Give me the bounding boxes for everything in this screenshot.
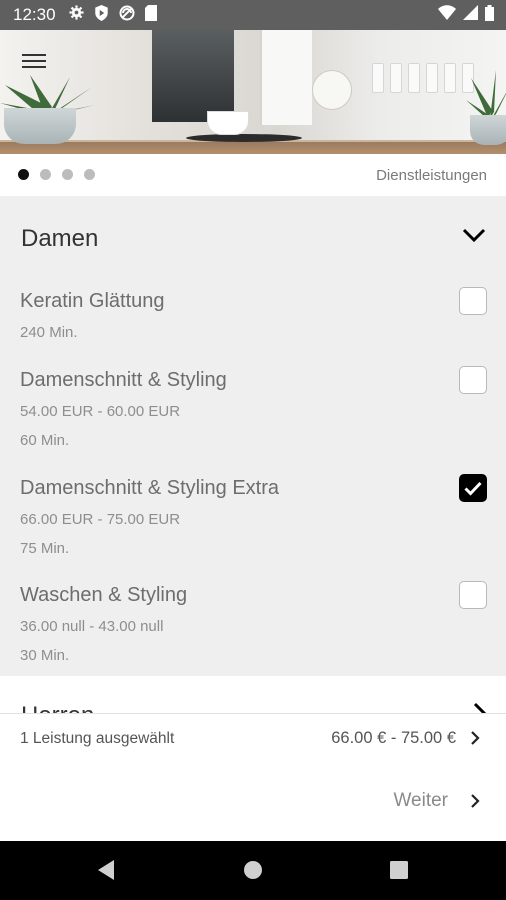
- wifi-icon: [438, 5, 456, 25]
- chevron-right-icon: [471, 794, 480, 808]
- service-item-damenschnitt-extra[interactable]: Damenschnitt & Styling Extra 66.00 EUR -…: [0, 474, 506, 563]
- carousel-dot-1[interactable]: [18, 169, 29, 180]
- service-name: Damenschnitt & Styling Extra: [20, 477, 279, 499]
- chevron-down-icon[interactable]: [462, 227, 486, 248]
- hero-image: [0, 30, 506, 154]
- step-label: Dienstleistungen: [376, 167, 487, 184]
- service-name: Waschen & Styling: [20, 584, 188, 606]
- status-time: 12:30: [13, 5, 56, 24]
- settings-icon: [69, 5, 84, 25]
- carousel-dot-4[interactable]: [84, 169, 95, 180]
- hero-panel: [260, 30, 312, 125]
- category-title: Damen: [21, 225, 99, 252]
- sim-card-icon: [144, 4, 157, 26]
- plant-pot-left: [4, 108, 76, 144]
- carousel-dot-2[interactable]: [40, 169, 51, 180]
- system-nav-bar: [0, 841, 506, 900]
- hero-window: [152, 30, 234, 122]
- service-item-waschen[interactable]: Waschen & Styling 36.00 null - 43.00 nul…: [0, 581, 506, 670]
- category-herren[interactable]: Herren: [0, 676, 506, 714]
- back-icon[interactable]: [96, 859, 116, 886]
- subheader: Dienstleistungen: [0, 154, 506, 196]
- category-header[interactable]: Damen: [0, 196, 506, 280]
- hero-counter: [0, 142, 506, 154]
- service-item-keratin[interactable]: Keratin Glättung 240 Min.: [0, 287, 506, 350]
- service-checkbox[interactable]: [459, 287, 487, 315]
- selected-price-range: 66.00 € - 75.00 €: [331, 729, 456, 747]
- home-icon[interactable]: [243, 859, 263, 886]
- hero-cup: [207, 111, 249, 135]
- service-name: Keratin Glättung: [20, 290, 165, 312]
- next-button-label: Weiter: [393, 790, 448, 811]
- chevron-right-icon[interactable]: [470, 730, 480, 751]
- next-button[interactable]: Weiter: [393, 790, 480, 812]
- footer-actions: Weiter: [0, 763, 506, 841]
- plant-right: [466, 70, 506, 118]
- service-duration: 240 Min.: [20, 324, 78, 341]
- selected-count: 1 Leistung ausgewählt: [20, 730, 175, 747]
- vpn-icon: [119, 5, 135, 26]
- carousel-dot-3[interactable]: [62, 169, 73, 180]
- service-duration: 60 Min.: [20, 432, 70, 449]
- battery-icon: [485, 4, 494, 26]
- signal-icon: [463, 5, 478, 25]
- service-checkbox[interactable]: [459, 366, 487, 394]
- service-checkbox-checked[interactable]: [459, 474, 487, 502]
- service-checkbox[interactable]: [459, 581, 487, 609]
- service-duration: 75 Min.: [20, 540, 70, 557]
- service-duration: 30 Min.: [20, 647, 70, 664]
- play-protect-icon: [94, 4, 109, 26]
- service-item-damenschnitt[interactable]: Damenschnitt & Styling 54.00 EUR - 60.00…: [0, 366, 506, 455]
- status-left-icons: [69, 4, 157, 26]
- carousel-indicator: [18, 169, 95, 180]
- hero-logo-sign: [312, 70, 352, 110]
- status-right-icons: [438, 4, 494, 26]
- service-price: 36.00 null - 43.00 null: [20, 618, 164, 635]
- plant-pot-right: [470, 115, 506, 145]
- service-price: 66.00 EUR - 75.00 EUR: [20, 511, 181, 528]
- status-bar: 12:30: [0, 0, 506, 30]
- checkmark-icon: [464, 481, 482, 496]
- recents-icon[interactable]: [389, 859, 409, 886]
- selection-summary[interactable]: 1 Leistung ausgewählt 66.00 € - 75.00 €: [0, 713, 506, 764]
- service-price: 54.00 EUR - 60.00 EUR: [20, 403, 181, 420]
- category-damen: Damen Keratin Glättung 240 Min. Damensch…: [0, 196, 506, 676]
- hero-saucer: [186, 134, 302, 142]
- hamburger-menu-icon[interactable]: [22, 50, 46, 72]
- service-name: Damenschnitt & Styling: [20, 369, 227, 391]
